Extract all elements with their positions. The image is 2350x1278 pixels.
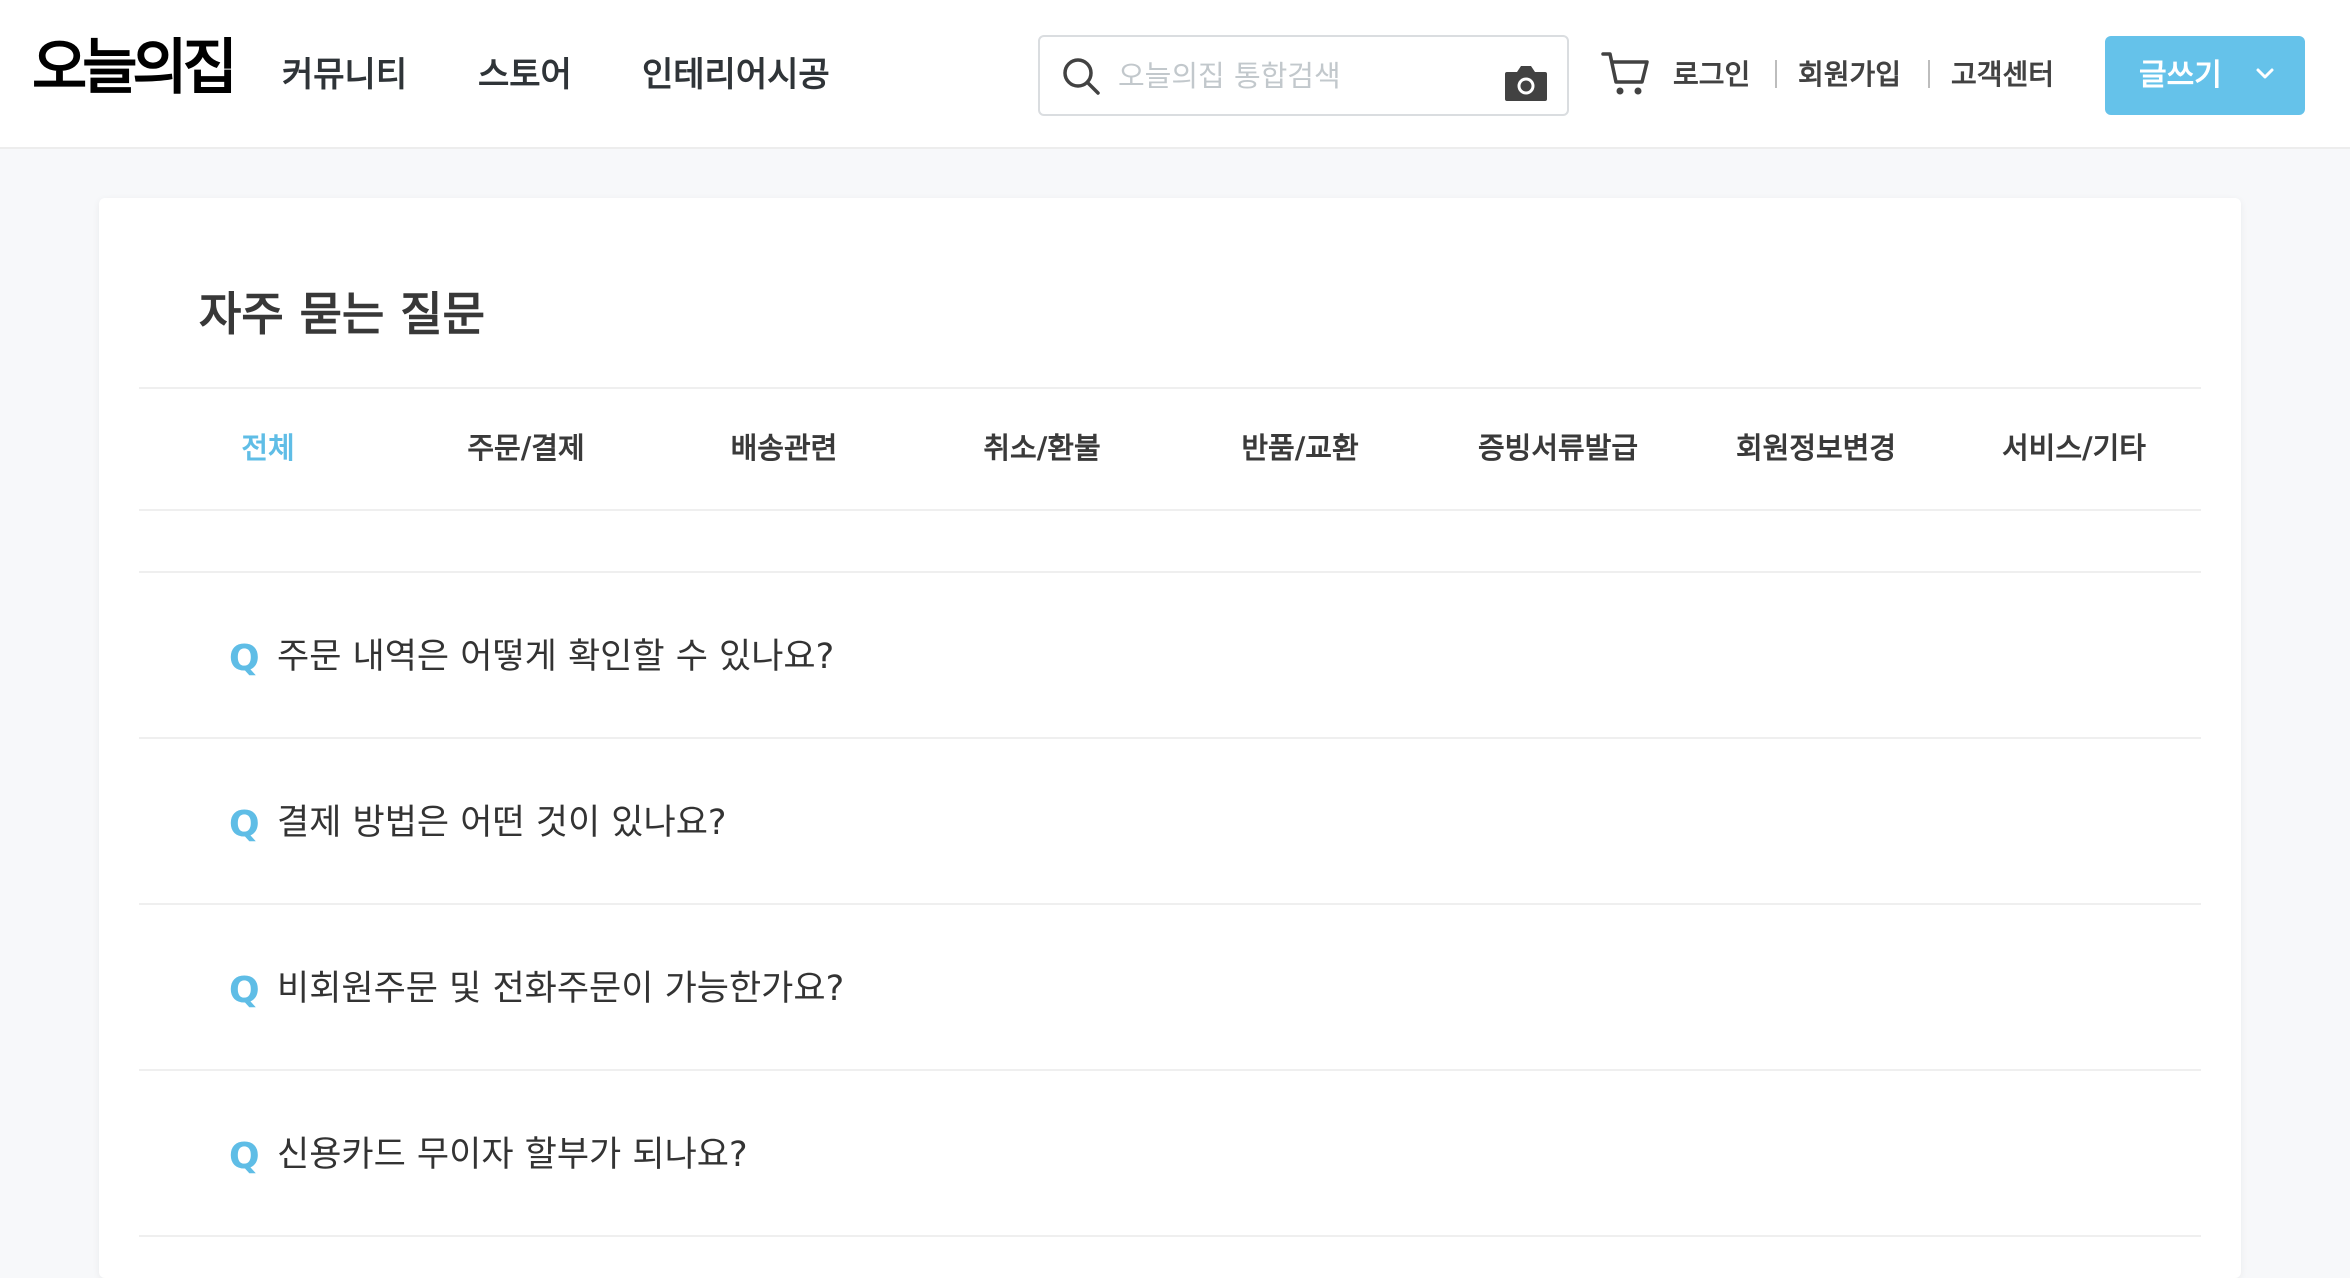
- faq-question: 결제 방법은 어떤 것이 있나요?: [277, 803, 727, 843]
- faq-question: 신용카드 무이자 할부가 되나요?: [277, 1135, 748, 1175]
- tab-member-info[interactable]: 회원정보변경: [1687, 426, 1945, 470]
- faq-item[interactable]: Q 신용카드 무이자 할부가 되나요?: [139, 1071, 2201, 1237]
- tab-delivery[interactable]: 배송관련: [655, 426, 913, 470]
- nav-interior[interactable]: 인테리어시공: [642, 50, 830, 100]
- q-marker: Q: [229, 1136, 260, 1177]
- signup-link[interactable]: 회원가입: [1798, 54, 1901, 96]
- divider: [139, 387, 2201, 389]
- tab-documents[interactable]: 증빙서류발급: [1429, 426, 1687, 470]
- q-marker: Q: [229, 804, 260, 845]
- search-icon[interactable]: [1060, 55, 1102, 97]
- faq-card: 자주 묻는 질문 전체 주문/결제 배송관련 취소/환불 반품/교환 증빙서류발…: [99, 198, 2241, 1278]
- tab-cancel-refund[interactable]: 취소/환불: [913, 426, 1171, 470]
- search-box[interactable]: [1038, 35, 1569, 116]
- logo[interactable]: 오늘의집: [32, 28, 238, 108]
- tab-all[interactable]: 전체: [139, 426, 397, 470]
- nav-community[interactable]: 커뮤니티: [282, 50, 407, 100]
- login-link[interactable]: 로그인: [1673, 54, 1750, 96]
- tab-return-exchange[interactable]: 반품/교환: [1171, 426, 1429, 470]
- divider: [1775, 60, 1777, 88]
- nav-store[interactable]: 스토어: [478, 50, 572, 100]
- q-marker: Q: [229, 970, 260, 1011]
- page-title: 자주 묻는 질문: [199, 287, 485, 341]
- camera-icon[interactable]: [1503, 63, 1549, 103]
- q-marker: Q: [229, 638, 260, 679]
- cart-icon[interactable]: [1601, 50, 1651, 98]
- top-header: 오늘의집 커뮤니티 스토어 인테리어시공 로그인 회원가입 고객센터 글쓰기: [0, 0, 2350, 149]
- faq-question: 주문 내역은 어떻게 확인할 수 있나요?: [277, 637, 835, 677]
- chevron-down-icon: [2256, 68, 2274, 79]
- faq-question: 비회원주문 및 전화주문이 가능한가요?: [277, 969, 845, 1009]
- support-link[interactable]: 고객센터: [1951, 54, 2054, 96]
- tab-service-etc[interactable]: 서비스/기타: [1945, 426, 2203, 470]
- faq-item[interactable]: Q 주문 내역은 어떻게 확인할 수 있나요?: [139, 573, 2201, 739]
- write-button-label: 글쓰기: [2139, 58, 2222, 93]
- tab-order-payment[interactable]: 주문/결제: [397, 426, 655, 470]
- write-button[interactable]: 글쓰기: [2105, 36, 2305, 115]
- divider: [139, 509, 2201, 511]
- search-input[interactable]: [1118, 51, 1498, 101]
- faq-item[interactable]: Q 결제 방법은 어떤 것이 있나요?: [139, 739, 2201, 905]
- divider: [1928, 60, 1930, 88]
- faq-item[interactable]: Q 비회원주문 및 전화주문이 가능한가요?: [139, 905, 2201, 1071]
